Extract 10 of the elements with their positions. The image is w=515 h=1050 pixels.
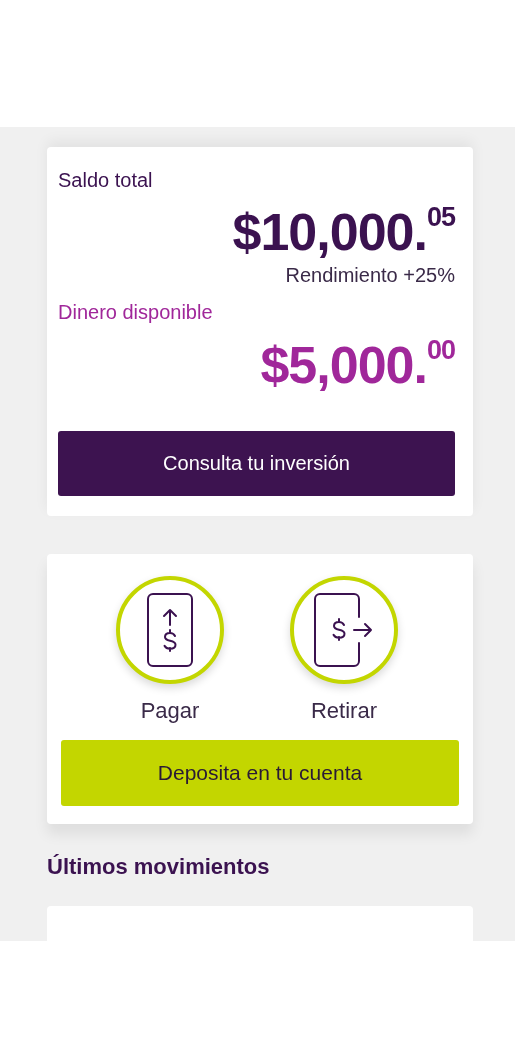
deposit-button[interactable]: Deposita en tu cuenta xyxy=(61,740,459,806)
available-money-label: Dinero disponible xyxy=(58,301,213,324)
available-money-amount: $5,000.$^{00}$ xyxy=(260,339,455,391)
phone-send-icon xyxy=(314,593,374,667)
view-investment-button[interactable]: Consulta tu inversión xyxy=(58,431,455,496)
phone-upload-icon xyxy=(147,593,193,667)
yield-text: Rendimiento +25% xyxy=(285,264,455,287)
total-balance-label: Saldo total xyxy=(58,169,153,192)
total-balance-amount: $10,000.$^{05}$ xyxy=(232,206,455,258)
section-heading: Últimos movimientos xyxy=(47,854,271,880)
